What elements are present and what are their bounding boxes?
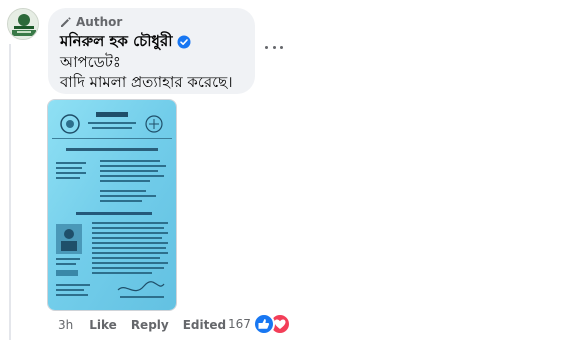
like-button[interactable]: Like: [89, 318, 117, 332]
like-reaction-icon: [252, 313, 275, 335]
comment-text-line-2: বাদি মামলা প্রত্যাহার করেছে।: [60, 73, 233, 91]
pencil-icon: [61, 17, 71, 27]
dot-icon: [280, 45, 283, 49]
comment-thread: Author মনিরুল হক চৌধুরী আপডেটঃ বাদি মামল…: [0, 0, 581, 340]
comment-text-line-1: আপডেটঃ: [60, 53, 121, 71]
comment-timestamp[interactable]: 3h: [58, 318, 73, 332]
author-badge: Author: [60, 14, 243, 30]
reactions-summary[interactable]: 167: [228, 313, 291, 335]
author-label: Author: [76, 15, 123, 29]
thread-connector-line: [9, 44, 11, 340]
attached-document-image[interactable]: [47, 99, 177, 311]
comment-bubble: Author মনিরুল হক চৌধুরী আপডেটঃ বাদি মামল…: [48, 8, 255, 94]
dot-icon: [272, 45, 276, 49]
edited-indicator[interactable]: Edited: [183, 318, 226, 332]
verified-badge-icon: [177, 35, 190, 49]
author-name[interactable]: মনিরুল হক চৌধুরী: [60, 30, 173, 55]
avatar-image: [8, 9, 38, 39]
more-options-button[interactable]: [265, 38, 283, 56]
reply-button[interactable]: Reply: [131, 318, 169, 332]
document-photo: [48, 100, 176, 310]
dot-icon: [265, 45, 268, 49]
reaction-count: 167: [228, 317, 251, 331]
comment-actions: 3h Like Reply Edited: [58, 316, 226, 334]
avatar[interactable]: [7, 8, 39, 40]
thumbs-up-icon: [258, 319, 269, 329]
